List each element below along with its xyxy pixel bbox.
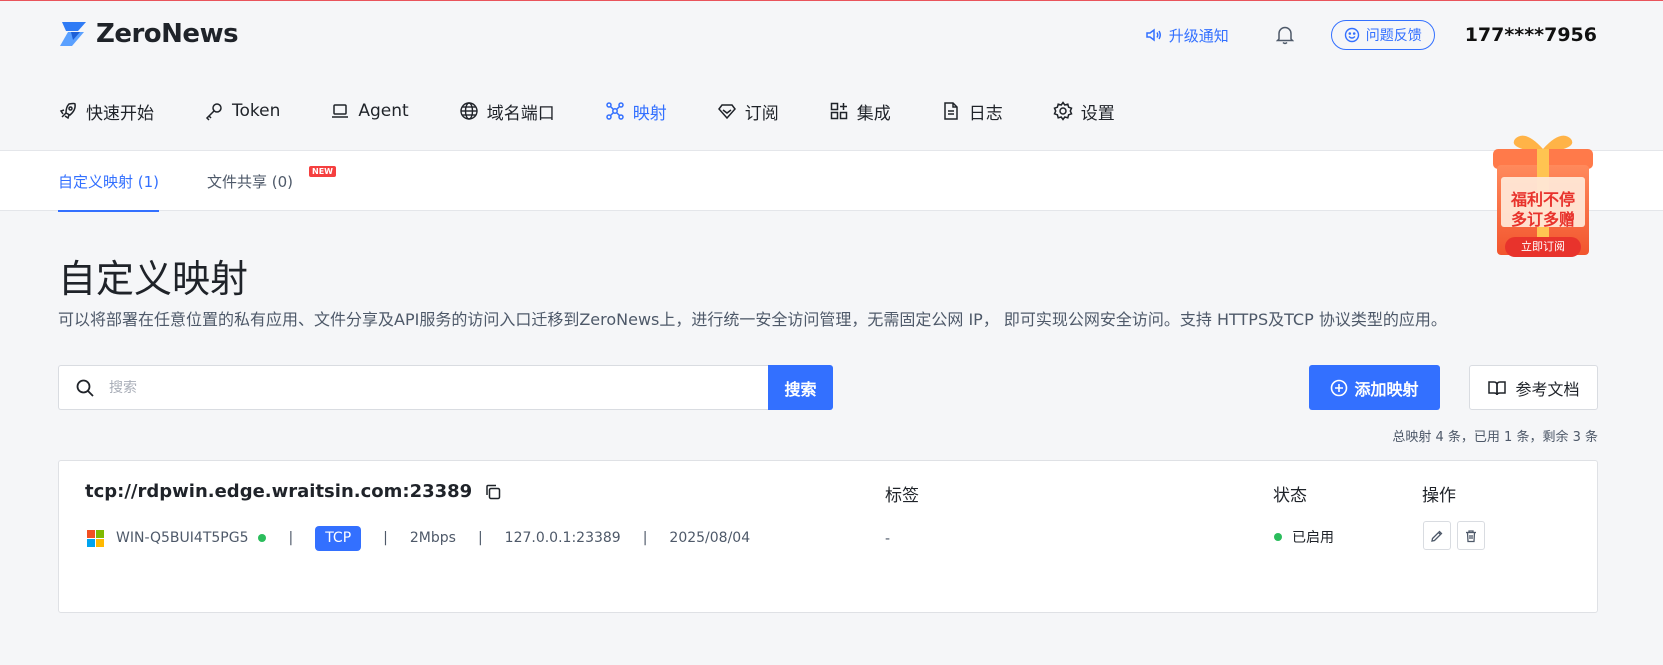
- edit-button[interactable]: [1423, 521, 1451, 550]
- nav-agent[interactable]: Agent: [330, 101, 409, 121]
- nav-mapping[interactable]: 映射: [605, 99, 667, 124]
- search-box: [58, 365, 770, 410]
- diamond-icon: [717, 104, 736, 120]
- mapping-stats: 总映射 4 条，已用 1 条，剩余 3 条: [1392, 430, 1598, 445]
- notification-bell[interactable]: [1275, 25, 1295, 45]
- add-mapping-label: 添加映射: [1354, 379, 1419, 399]
- status-text: 已启用: [1292, 530, 1334, 546]
- nav-label: Agent: [358, 101, 409, 121]
- nav-token[interactable]: Token: [204, 101, 280, 121]
- nav-label: 日志: [968, 103, 1003, 124]
- zeronews-logo-icon: [60, 22, 86, 46]
- pencil-icon: [1431, 530, 1443, 542]
- tab-custom-mapping[interactable]: 自定义映射 (1): [58, 151, 160, 212]
- gear-icon: [1053, 101, 1073, 121]
- separator: |: [383, 530, 388, 546]
- nav-label: 映射: [632, 103, 667, 124]
- mapping-address: tcp://rdpwin.edge.wraitsin.com:23389: [85, 481, 502, 502]
- nav-domain-port[interactable]: 域名端口: [459, 99, 555, 124]
- agent-name: WIN-Q5BUI4T5PG5: [116, 530, 249, 546]
- mapping-address-text: tcp://rdpwin.edge.wraitsin.com:23389: [85, 481, 473, 502]
- copy-icon[interactable]: [484, 483, 502, 501]
- agent-online-dot: [258, 534, 267, 542]
- status-dot: [1274, 533, 1282, 541]
- search-button[interactable]: 搜索: [768, 365, 833, 410]
- main-nav: 快速开始 Token Agent 域名端口 映射 订阅 集成 日志 设置: [58, 97, 1165, 125]
- book-icon: [1488, 380, 1507, 395]
- promo-line2: 多订多赠: [1510, 210, 1575, 229]
- tags-value: -: [885, 531, 891, 547]
- separator: |: [288, 530, 294, 546]
- windows-icon: [87, 529, 104, 547]
- smile-icon: [1344, 27, 1359, 43]
- upgrade-notice-label: 升级通知: [1168, 26, 1229, 45]
- protocol-badge: TCP: [315, 525, 362, 551]
- speaker-icon: [1145, 28, 1161, 42]
- column-header-tags: 标签: [885, 486, 919, 506]
- feedback-label: 问题反馈: [1365, 28, 1422, 44]
- header: ZeroNews 升级通知 问题反馈 177****7956 快速开始 Toke…: [0, 1, 1663, 150]
- nav-label: 设置: [1080, 103, 1115, 124]
- search-icon: [76, 379, 94, 397]
- document-icon: [943, 102, 958, 120]
- status-badge: 已启用: [1274, 527, 1334, 547]
- nav-integration[interactable]: 集成: [829, 99, 891, 124]
- reference-docs-button[interactable]: 参考文档: [1469, 365, 1598, 410]
- nav-label: 域名端口: [486, 103, 555, 124]
- tab-label: 文件共享 (0): [207, 172, 294, 191]
- created-date: 2025/08/04: [669, 530, 751, 546]
- trash-icon: [1466, 529, 1476, 542]
- globe-icon: [460, 102, 478, 120]
- new-badge: NEW: [309, 166, 336, 177]
- add-mapping-button[interactable]: 添加映射: [1309, 365, 1440, 410]
- logo-text: ZeroNews: [96, 19, 239, 49]
- search-input[interactable]: [109, 379, 709, 396]
- header-actions: 升级通知 问题反馈 177****7956: [1145, 19, 1597, 51]
- nav-label: 订阅: [744, 103, 779, 124]
- promo-gift-banner[interactable]: 福利不停 多订多赠 立即订阅: [1487, 133, 1599, 265]
- delete-button[interactable]: [1457, 521, 1485, 550]
- key-icon: [205, 103, 222, 121]
- user-account[interactable]: 177****7956: [1465, 24, 1597, 46]
- nav-logs[interactable]: 日志: [941, 99, 1003, 124]
- column-header-status: 状态: [1273, 486, 1307, 506]
- promo-cta: 立即订阅: [1521, 240, 1565, 253]
- feedback-button[interactable]: 问题反馈: [1330, 20, 1435, 50]
- rocket-icon: [59, 102, 76, 120]
- row-actions: [1423, 521, 1491, 550]
- nav-label: 快速开始: [86, 103, 154, 124]
- reference-docs-label: 参考文档: [1515, 379, 1580, 399]
- logo[interactable]: ZeroNews: [58, 19, 239, 49]
- bell-icon: [1275, 26, 1294, 45]
- page-description: 可以将部署在任意位置的私有应用、文件分享及API服务的访问入口迁移到ZeroNe…: [58, 310, 1447, 329]
- network-icon: [605, 102, 624, 120]
- laptop-icon: [332, 104, 349, 118]
- column-header-ops: 操作: [1422, 486, 1456, 506]
- bandwidth: 2Mbps: [409, 530, 456, 546]
- nav-label: 集成: [856, 103, 891, 124]
- plus-circle-icon: [1331, 379, 1348, 396]
- nav-settings[interactable]: 设置: [1053, 99, 1115, 124]
- local-address: 127.0.0.1:23389: [504, 530, 621, 546]
- mapping-details-row: WIN-Q5BUI4T5PG5 | TCP | 2Mbps | 127.0.0.…: [87, 525, 750, 551]
- tab-file-share[interactable]: 文件共享 (0) NEW: [207, 151, 336, 211]
- page-title: 自定义映射: [58, 257, 249, 301]
- upgrade-notice-link[interactable]: 升级通知: [1145, 25, 1229, 46]
- nav-label: Token: [232, 101, 281, 121]
- nav-quick-start[interactable]: 快速开始: [58, 99, 154, 124]
- tab-label: 自定义映射 (1): [58, 172, 160, 191]
- separator: |: [642, 530, 648, 546]
- mapping-card: tcp://rdpwin.edge.wraitsin.com:23389 标签 …: [58, 460, 1598, 613]
- apps-icon: [830, 102, 847, 120]
- separator: |: [477, 530, 483, 546]
- nav-subscription[interactable]: 订阅: [717, 99, 779, 124]
- sub-tabs: 自定义映射 (1) 文件共享 (0) NEW: [0, 150, 1663, 212]
